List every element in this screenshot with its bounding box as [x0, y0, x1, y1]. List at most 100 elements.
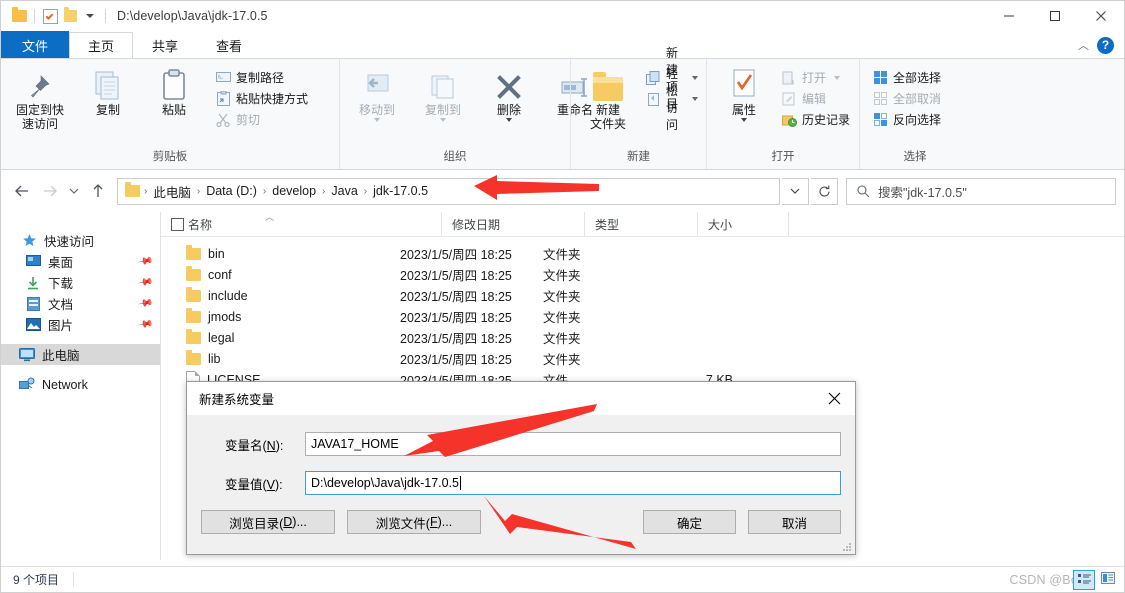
search-input[interactable]: 搜索"jdk-17.0.5"	[878, 182, 967, 201]
browse-file-button[interactable]: 浏览文件(F)...	[347, 510, 481, 534]
dialog-close-button[interactable]	[813, 382, 855, 415]
move-to-icon	[362, 67, 392, 101]
pin-icon-downloads[interactable]: 📌	[137, 274, 154, 290]
paste-button[interactable]: 粘贴	[141, 65, 207, 119]
new-system-variable-dialog: 新建系统变量 变量名(N): JAVA17_HOME 变量值(V): D:\de…	[186, 381, 856, 555]
copy-button[interactable]: 复制	[75, 65, 141, 119]
browse-directory-button[interactable]: 浏览目录(D)...	[201, 510, 335, 534]
cut-button[interactable]: 剪切	[211, 109, 312, 130]
properties-button[interactable]: 属性	[711, 65, 777, 124]
new-folder-button[interactable]: 新建 文件夹	[575, 65, 641, 133]
collapse-ribbon-icon[interactable]: ︿	[1078, 37, 1089, 53]
table-row[interactable]: include 2023/1/5/周四 18:25 文件夹	[161, 285, 1124, 306]
open-button[interactable]: 打开	[777, 67, 854, 88]
ok-button[interactable]: 确定	[643, 510, 736, 534]
variable-name-input[interactable]: JAVA17_HOME	[305, 432, 841, 456]
item-count: 9 个项目	[13, 573, 60, 587]
tab-view[interactable]: 查看	[197, 32, 261, 58]
address-dropdown-button[interactable]	[782, 177, 809, 205]
sidebar-item-downloads[interactable]: 下载 📌	[1, 272, 160, 293]
row-date: 2023/1/5/周四 18:25	[400, 353, 512, 367]
back-button[interactable]	[9, 178, 35, 204]
breadcrumb-develop[interactable]: develop	[267, 184, 321, 198]
breadcrumb-this-pc[interactable]: 此电脑	[148, 182, 196, 201]
easy-access-button[interactable]: 轻松访问	[641, 67, 702, 132]
column-spacer	[788, 212, 1124, 236]
desktop-icon	[25, 254, 41, 270]
column-type[interactable]: 类型	[584, 212, 697, 236]
pin-icon-pictures[interactable]: 📌	[137, 316, 154, 332]
table-row[interactable]: conf 2023/1/5/周四 18:25 文件夹	[161, 264, 1124, 285]
open-label: 打开	[802, 71, 827, 85]
details-view-button[interactable]	[1073, 570, 1095, 590]
breadcrumb-data-d[interactable]: Data (D:)	[201, 184, 262, 198]
new-folder-quick-icon[interactable]	[60, 7, 80, 25]
sidebar-item-quick-access[interactable]: 快速访问	[1, 230, 160, 251]
paste-shortcut-icon	[215, 91, 231, 107]
paste-shortcut-button[interactable]: 粘贴快捷方式	[211, 88, 312, 109]
column-headers: ︿ 名称 修改日期 类型 大小	[161, 212, 1124, 237]
search-icon	[855, 183, 871, 199]
dialog-buttons: 浏览目录(D)... 浏览文件(F)... 确定 取消	[187, 510, 855, 534]
easy-access-chevron-down-icon[interactable]	[692, 96, 698, 101]
history-button[interactable]: 历史记录	[777, 109, 854, 130]
up-button[interactable]	[85, 178, 111, 204]
move-to-button[interactable]: 移动到	[344, 65, 410, 124]
properties-checkbox-icon[interactable]	[40, 7, 60, 25]
delete-button[interactable]: 删除	[476, 65, 542, 124]
tab-share[interactable]: 共享	[133, 32, 197, 58]
invert-selection-button[interactable]: 反向选择	[868, 109, 945, 130]
sort-indicator-icon: ︿	[265, 212, 275, 222]
maximize-button[interactable]	[1032, 1, 1078, 31]
large-icons-view-button[interactable]	[1098, 570, 1118, 588]
breadcrumb-java[interactable]: Java	[326, 184, 362, 198]
cut-label: 剪切	[236, 113, 261, 127]
properties-label: 属性	[731, 103, 756, 117]
row-type: 文件夹	[543, 311, 581, 325]
browse-directory-post: )...	[292, 515, 307, 529]
refresh-button[interactable]	[811, 177, 838, 205]
copy-path-button[interactable]: \\.. 复制路径	[211, 67, 312, 88]
variable-value-input[interactable]: D:\develop\Java\jdk-17.0.5	[305, 471, 841, 495]
new-item-icon	[645, 70, 661, 86]
row-type: 文件夹	[543, 332, 581, 346]
column-name[interactable]: 名称	[188, 212, 441, 236]
cancel-button[interactable]: 取消	[748, 510, 841, 534]
close-button[interactable]	[1078, 1, 1124, 31]
help-icon[interactable]: ?	[1097, 36, 1114, 54]
open-chevron-down-icon[interactable]	[834, 75, 841, 80]
address-bar-path[interactable]: › 此电脑 › Data (D:) › develop › Java › jdk…	[117, 177, 780, 205]
tab-file[interactable]: 文件	[1, 31, 70, 58]
forward-button[interactable]	[37, 178, 63, 204]
recent-locations-button[interactable]	[65, 178, 83, 204]
column-date[interactable]: 修改日期	[441, 212, 584, 236]
pin-icon-documents[interactable]: 📌	[137, 295, 154, 311]
select-all-checkbox[interactable]	[171, 217, 184, 231]
divider-2	[105, 9, 106, 23]
tab-home[interactable]: 主页	[69, 32, 134, 58]
pin-icon-desktop[interactable]: 📌	[137, 253, 154, 269]
new-item-chevron-down-icon[interactable]	[692, 75, 698, 80]
sidebar-item-network[interactable]: Network	[1, 374, 160, 395]
sidebar-item-pictures[interactable]: 图片 📌	[1, 314, 160, 335]
table-row[interactable]: legal 2023/1/5/周四 18:25 文件夹	[161, 327, 1124, 348]
table-row[interactable]: bin 2023/1/5/周四 18:25 文件夹	[161, 243, 1124, 264]
select-none-button[interactable]: 全部取消	[868, 88, 945, 109]
minimize-button[interactable]	[986, 1, 1032, 31]
copy-to-button[interactable]: 复制到	[410, 65, 476, 124]
resize-grip-icon[interactable]	[842, 542, 852, 552]
sidebar-item-this-pc[interactable]: 此电脑	[1, 344, 160, 365]
table-row[interactable]: lib 2023/1/5/周四 18:25 文件夹	[161, 348, 1124, 369]
search-box[interactable]: 搜索"jdk-17.0.5"	[846, 177, 1116, 205]
customize-quick-access-icon[interactable]	[80, 7, 100, 25]
variable-value-label-post: ):	[275, 477, 283, 492]
sidebar-item-documents[interactable]: 文档 📌	[1, 293, 160, 314]
edit-button[interactable]: 编辑	[777, 88, 854, 109]
pin-to-quick-access-button[interactable]: 固定到快 速访问	[5, 65, 75, 133]
table-row[interactable]: jmods 2023/1/5/周四 18:25 文件夹	[161, 306, 1124, 327]
breadcrumb-jdk[interactable]: jdk-17.0.5	[368, 184, 433, 198]
ribbon-group-new: 新建 文件夹 新建项目 轻松访问 新建	[570, 46, 706, 169]
sidebar-item-desktop[interactable]: 桌面 📌	[1, 251, 160, 272]
column-size[interactable]: 大小	[697, 212, 788, 236]
select-all-button[interactable]: 全部选择	[868, 67, 945, 88]
